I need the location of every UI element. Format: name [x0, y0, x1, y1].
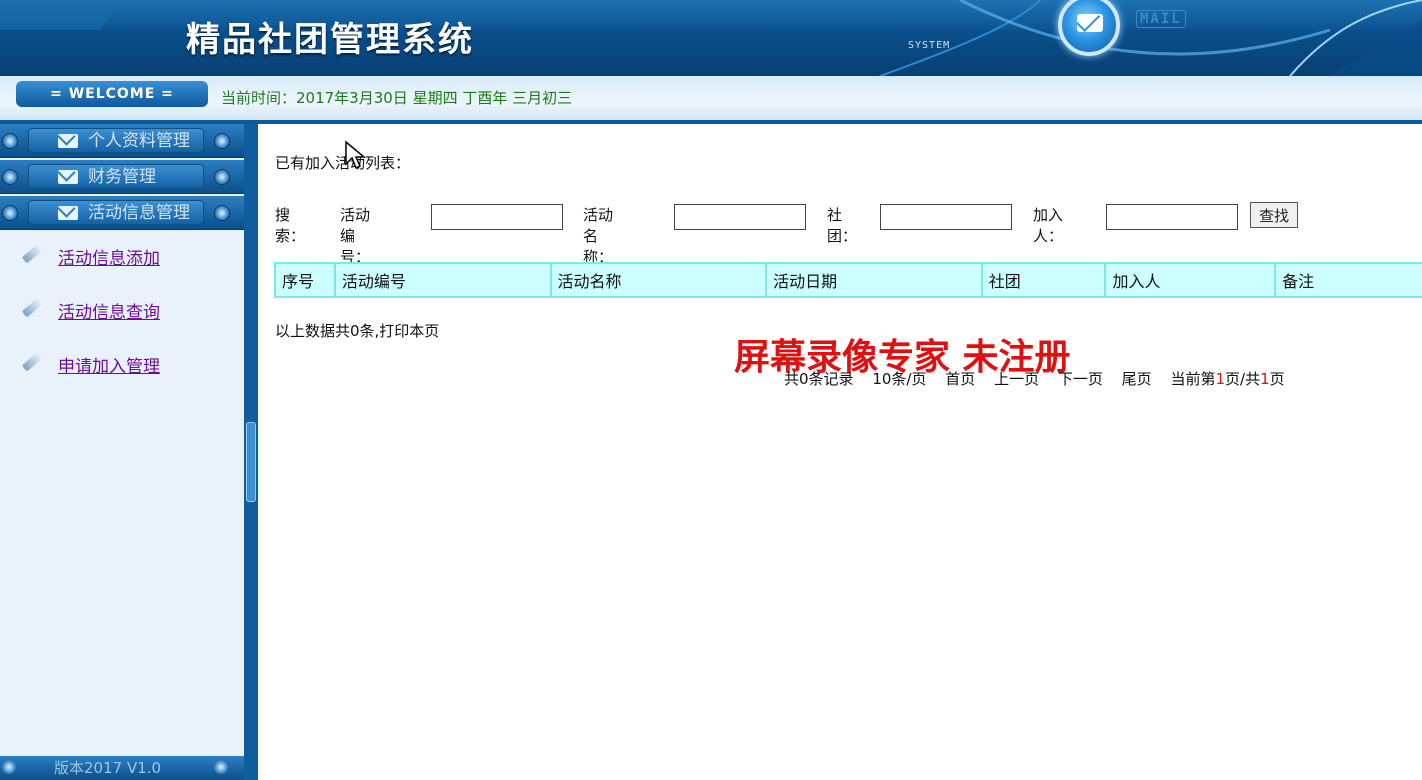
- knob-icon: [214, 205, 230, 221]
- first-page-link[interactable]: 首页: [945, 370, 975, 388]
- sidebar-item-activity-query: 活动信息查询: [0, 298, 244, 352]
- knob-icon: [214, 169, 230, 185]
- version-footer: 版本2017 V1.0: [0, 756, 244, 780]
- knob-icon: [2, 133, 18, 149]
- club-label: 社团：: [827, 206, 858, 245]
- find-button[interactable]: 查找: [1250, 202, 1298, 228]
- prev-page-link[interactable]: 上一页: [994, 370, 1039, 388]
- list-title: 已有加入活动列表：: [275, 154, 411, 172]
- sidebar-links: 活动信息添加 活动信息查询 申请加入管理: [0, 232, 244, 406]
- menu-label: 活动信息管理: [88, 203, 190, 223]
- join-management-link[interactable]: 申请加入管理: [58, 357, 160, 377]
- knob-icon: [2, 205, 18, 221]
- header-banner: 精品社团管理系统 SYSTEM MAIL: [0, 0, 1422, 76]
- total-records: 共0条记录: [784, 370, 854, 388]
- mail-label: MAIL: [1136, 10, 1186, 28]
- column-header: 社团: [980, 262, 1107, 298]
- menu-profile-management[interactable]: 个人资料管理: [0, 124, 244, 158]
- activity-add-link[interactable]: 活动信息添加: [58, 249, 160, 269]
- next-page-link[interactable]: 下一页: [1058, 370, 1103, 388]
- activity-table: 序号 活动编号 活动名称 活动日期 社团 加入人 备注: [274, 262, 1422, 298]
- knob-icon: [2, 169, 18, 185]
- sidebar-item-join-management: 申请加入管理: [0, 352, 244, 406]
- knob-icon: [214, 133, 230, 149]
- pencil-icon: [21, 352, 43, 372]
- current-page-prefix: 当前第: [1170, 370, 1216, 388]
- column-header: 备注: [1274, 262, 1422, 298]
- welcome-badge: = WELCOME =: [16, 81, 208, 107]
- search-label: 搜索：: [275, 206, 306, 245]
- sidebar: 个人资料管理 财务管理 活动信息管理 活动信息添加 活动信息查询 申请加入管理 …: [0, 124, 244, 780]
- menu-activity-management[interactable]: 活动信息管理: [0, 196, 244, 230]
- activity-name-label: 活动名称：: [583, 206, 614, 266]
- splitter-grip[interactable]: [246, 422, 256, 502]
- total-pages-number: 1: [1260, 370, 1270, 388]
- current-page-suffix: 页: [1269, 370, 1285, 388]
- pagination: 共0条记录 10条/页 首页 上一页 下一页 尾页 当前第1页/共1页: [784, 368, 1285, 389]
- column-header: 活动编号: [333, 262, 552, 298]
- system-label: SYSTEM: [908, 40, 951, 51]
- current-page-number: 1: [1215, 370, 1226, 388]
- activity-no-input[interactable]: [431, 204, 563, 230]
- club-input[interactable]: [880, 204, 1012, 230]
- welcome-bar: = WELCOME = 当前时间：2017年3月30日 星期四 丁酉年 三月初三: [0, 76, 1422, 124]
- pencil-icon: [21, 298, 43, 318]
- summary-text: 以上数据共0条,打印本页: [275, 322, 440, 340]
- menu-label: 个人资料管理: [88, 131, 190, 151]
- app-title: 精品社团管理系统: [186, 20, 474, 60]
- column-header: 活动名称: [549, 262, 768, 298]
- table-header-row: 序号 活动编号 活动名称 活动日期 社团 加入人 备注: [274, 262, 1422, 298]
- menu-finance-management[interactable]: 财务管理: [0, 160, 244, 194]
- current-page-mid: 页/共: [1225, 370, 1261, 388]
- joiner-input[interactable]: [1106, 204, 1238, 230]
- envelope-icon: [58, 134, 78, 148]
- menu-label: 财务管理: [88, 167, 156, 187]
- envelope-icon: [58, 206, 78, 220]
- main-content: 已有加入活动列表： 搜索： 活动编号： 活动名称： 社团： 加入人： 查找 序号…: [258, 124, 1422, 780]
- version-label: 版本2017 V1.0: [54, 759, 162, 777]
- pencil-icon: [21, 244, 43, 264]
- activity-no-label: 活动编号：: [340, 206, 371, 266]
- last-page-link[interactable]: 尾页: [1122, 370, 1152, 388]
- knob-icon: [214, 760, 228, 774]
- envelope-icon: [58, 170, 78, 184]
- column-header: 序号: [274, 262, 336, 298]
- activity-query-link[interactable]: 活动信息查询: [58, 303, 160, 323]
- current-page-info: 当前第1页/共1页: [1170, 370, 1284, 388]
- sidebar-item-activity-add: 活动信息添加: [0, 244, 244, 298]
- column-header: 活动日期: [765, 262, 983, 298]
- mouse-cursor-icon: [345, 140, 366, 170]
- knob-icon: [2, 760, 16, 774]
- activity-name-input[interactable]: [674, 204, 806, 230]
- per-page: 10条/页: [872, 370, 927, 388]
- joiner-label: 加入人：: [1033, 206, 1064, 245]
- sidebar-splitter[interactable]: [244, 124, 258, 780]
- column-header: 加入人: [1104, 262, 1277, 298]
- current-time-text: 当前时间：2017年3月30日 星期四 丁酉年 三月初三: [221, 89, 573, 107]
